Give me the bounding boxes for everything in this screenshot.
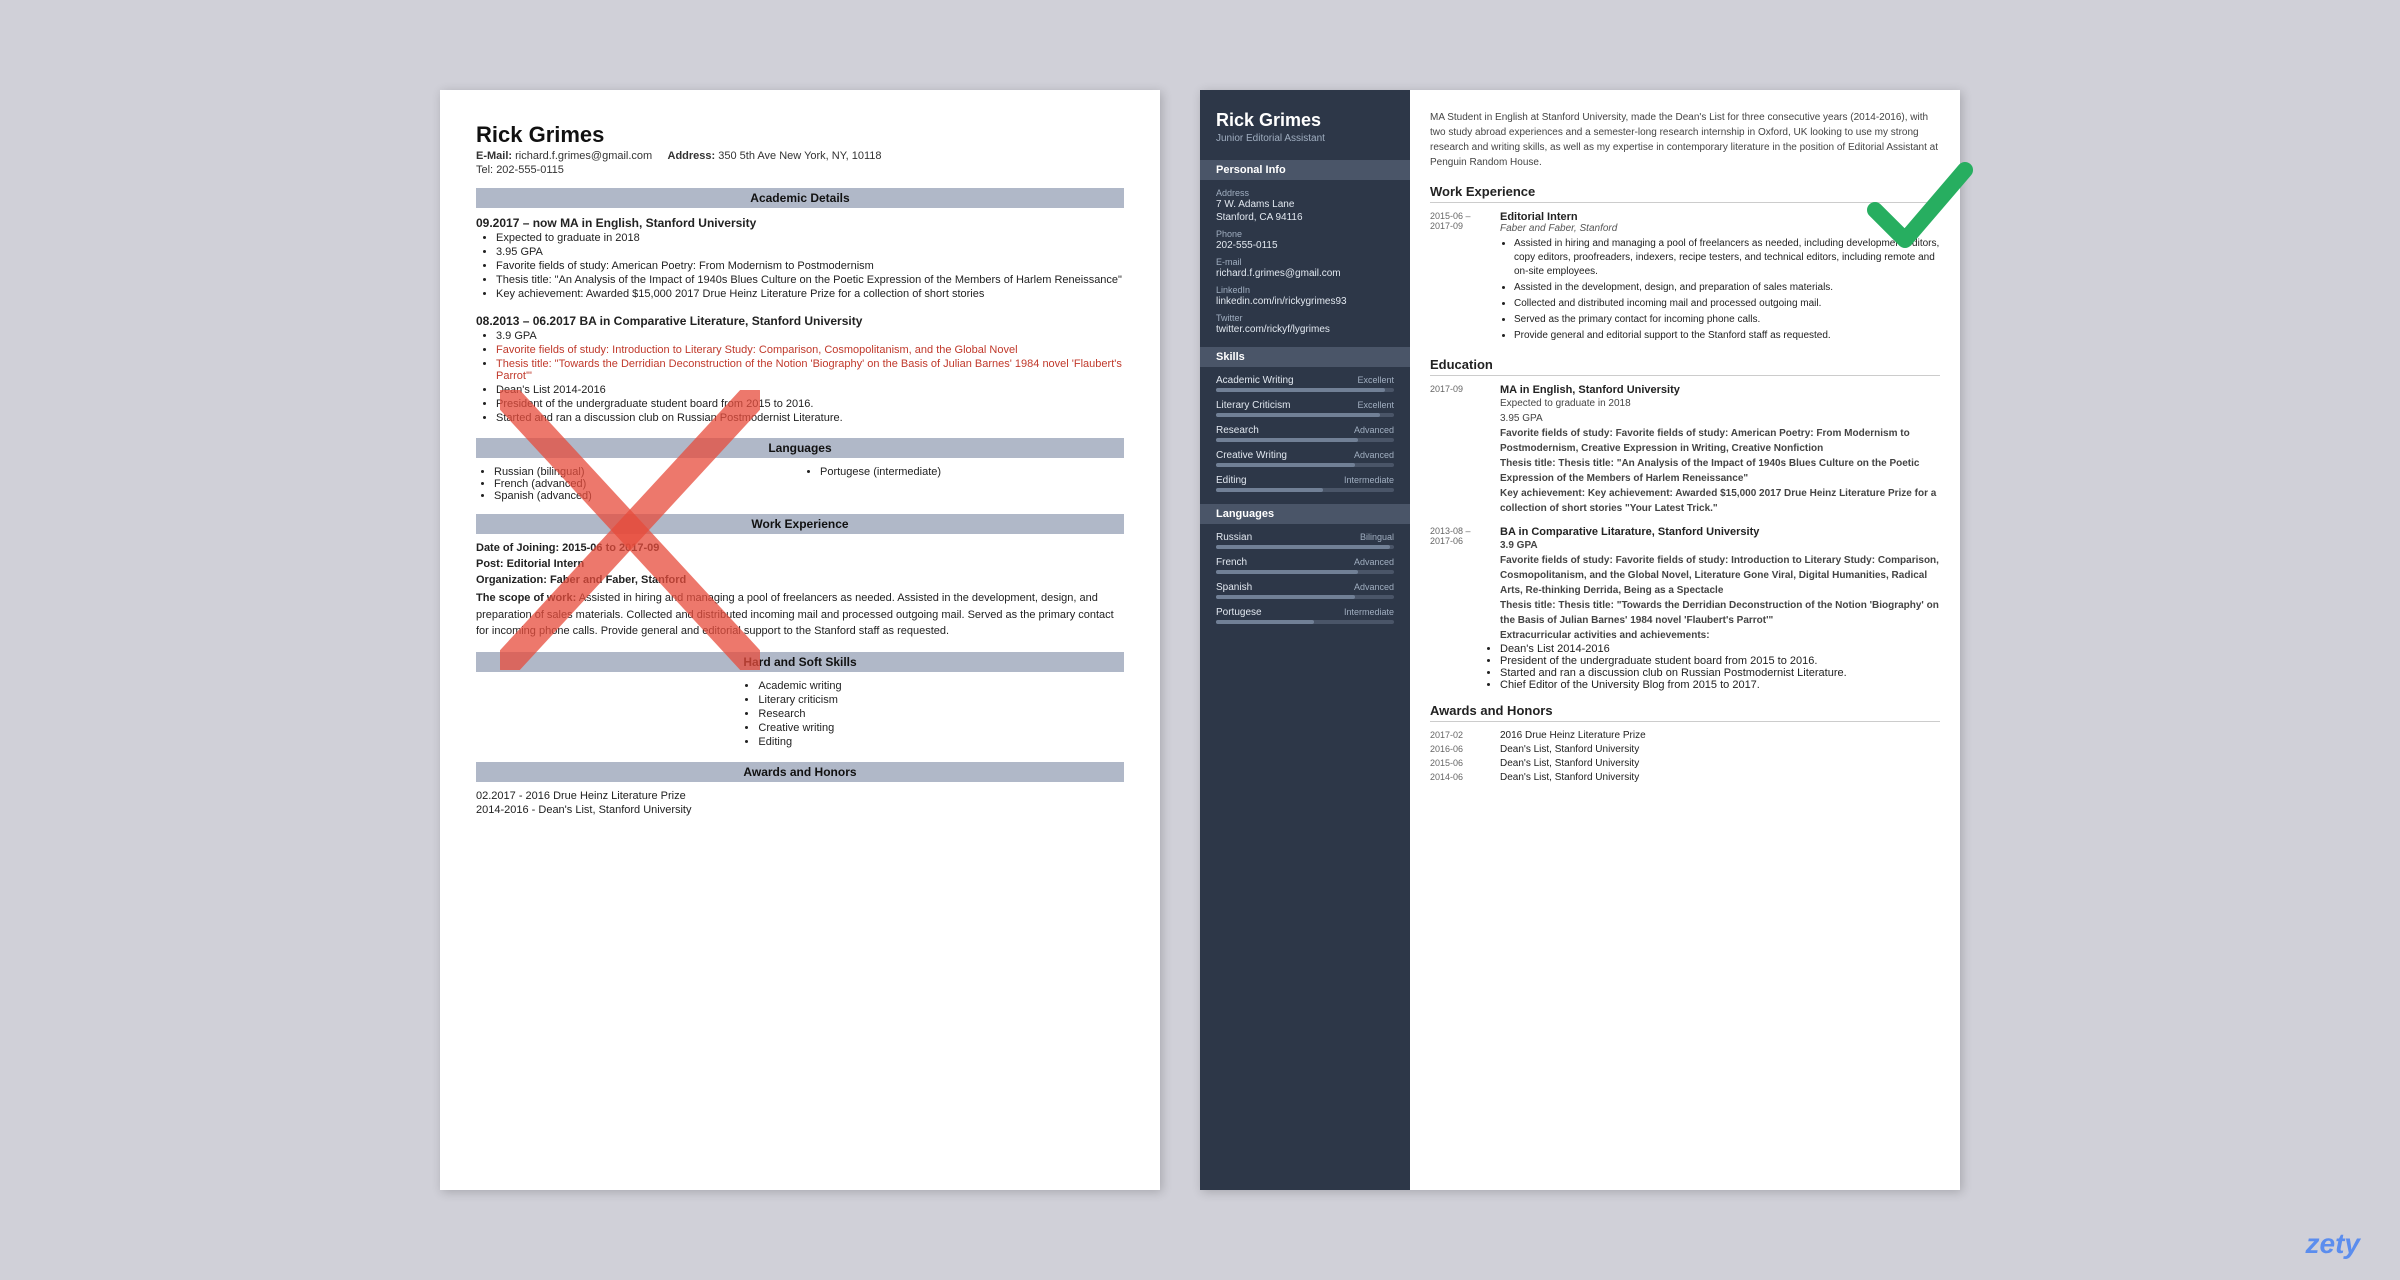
skill-item: Creative Writing Advanced <box>1216 450 1394 467</box>
skills-section-header: Hard and Soft Skills <box>476 652 1124 672</box>
academic-section-header: Academic Details <box>476 188 1124 208</box>
sidebar: Rick Grimes Junior Editorial Assistant P… <box>1200 90 1410 1190</box>
languages-sidebar-header: Languages <box>1200 504 1410 524</box>
resume-left: Rick Grimes E-Mail: richard.f.grimes@gma… <box>440 90 1160 1190</box>
languages-section-header: Languages <box>476 438 1124 458</box>
award-2: 2016-06 Dean's List, Stanford University <box>1430 744 1940 755</box>
work-entry-1: 2015-06 – 2017-09 Editorial Intern Faber… <box>1430 211 1940 345</box>
skills-sidebar-header: Skills <box>1200 347 1410 367</box>
edu-block-1: 09.2017 – now MA in English, Stanford Un… <box>476 216 1124 300</box>
main-content: MA Student in English at Stanford Univer… <box>1410 90 1960 1190</box>
resume-right: Rick Grimes Junior Editorial Assistant P… <box>1200 90 1960 1190</box>
right-name: Rick Grimes <box>1216 110 1394 131</box>
work-block: Date of Joining: 2015-06 to 2017-09 Post… <box>476 542 1124 640</box>
awards-section-header: Awards and Honors <box>476 762 1124 782</box>
skill-item: Research Advanced <box>1216 425 1394 442</box>
awards-main-header: Awards and Honors <box>1430 703 1940 722</box>
left-email-line: E-Mail: richard.f.grimes@gmail.com Addre… <box>476 150 1124 162</box>
languages-grid: Russian (bilingual) French (advanced) Sp… <box>476 466 1124 502</box>
skill-item: Academic Writing Excellent <box>1216 375 1394 392</box>
skill-item: French Advanced <box>1216 557 1394 574</box>
skill-item: Russian Bilingual <box>1216 532 1394 549</box>
edu-block-2: 08.2013 – 06.2017 BA in Comparative Lite… <box>476 314 1124 424</box>
personal-info-header: Personal Info <box>1200 160 1410 180</box>
award-3: 2015-06 Dean's List, Stanford University <box>1430 758 1940 769</box>
edu-entry-2: 2013-08 – 2017-06 BA in Comparative Lita… <box>1430 526 1940 691</box>
skill-item: Literary Criticism Excellent <box>1216 400 1394 417</box>
skill-item: Editing Intermediate <box>1216 475 1394 492</box>
work-section-header: Work Experience <box>476 514 1124 534</box>
work-main-header: Work Experience <box>1430 184 1940 203</box>
left-name: Rick Grimes <box>476 122 1124 148</box>
edu-entry-1: 2017-09 MA in English, Stanford Universi… <box>1430 384 1940 516</box>
zety-logo: zety <box>2306 1228 2360 1260</box>
skills-bars: Academic Writing Excellent Literary Crit… <box>1216 375 1394 492</box>
skill-item: Portugese Intermediate <box>1216 607 1394 624</box>
languages-bars: Russian Bilingual French Advanced Spanis… <box>1216 532 1394 624</box>
right-title: Junior Editorial Assistant <box>1216 133 1394 144</box>
skills-list: Academic writing Literary criticism Rese… <box>476 680 1124 750</box>
edu-main-header: Education <box>1430 357 1940 376</box>
skill-item: Spanish Advanced <box>1216 582 1394 599</box>
award-4: 2014-06 Dean's List, Stanford University <box>1430 772 1940 783</box>
left-tel-line: Tel: 202-555-0115 <box>476 164 1124 176</box>
award-1: 2017-02 2016 Drue Heinz Literature Prize <box>1430 730 1940 741</box>
awards-block: 02.2017 - 2016 Drue Heinz Literature Pri… <box>476 790 1124 816</box>
summary: MA Student in English at Stanford Univer… <box>1430 110 1940 170</box>
